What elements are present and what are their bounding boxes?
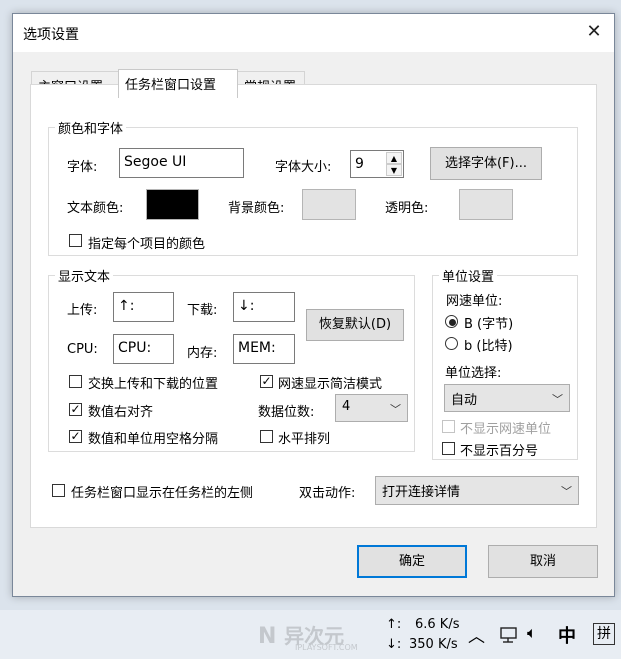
upload-speed[interactable]: 6.6 K/s (415, 617, 459, 632)
unit-select-label: 单位选择: (445, 366, 502, 381)
volume-icon[interactable]: 🔈︎ (527, 623, 537, 643)
font-name-field[interactable]: Segoe UI (119, 148, 244, 178)
horizontal-checkbox[interactable] (260, 430, 273, 443)
watermark-subtext: IPLAYSOFT.COM (295, 643, 358, 652)
transparent-color-swatch[interactable] (459, 189, 513, 220)
chevron-down-icon: ﹀ (552, 393, 563, 406)
font-size-spinner[interactable]: 9 ▲ ▼ (350, 150, 404, 178)
tab-taskbar-window[interactable]: 任务栏窗口设置 (118, 69, 238, 98)
double-click-label: 双击动作: (299, 486, 356, 501)
memory-label: 内存: (187, 346, 218, 361)
download-prefix-field[interactable]: ↓: (233, 292, 295, 322)
hide-speed-unit-label: 不显示网速单位 (460, 422, 552, 437)
group-title: 单位设置 (442, 270, 495, 285)
spin-down-icon[interactable]: ▼ (386, 164, 402, 176)
transparent-color-label: 透明色: (385, 201, 429, 216)
right-align-checkbox[interactable]: ✓ (69, 403, 82, 416)
group-title: 颜色和字体 (58, 122, 124, 137)
per-item-color-checkbox[interactable] (69, 234, 82, 247)
network-icon[interactable] (499, 626, 519, 644)
digits-select[interactable]: 4 ﹀ (335, 394, 408, 422)
per-item-color-label: 指定每个项目的颜色 (88, 237, 206, 252)
bit-radio[interactable] (445, 337, 458, 350)
select-font-button[interactable]: 选择字体(F)... (430, 147, 542, 180)
text-color-label: 文本颜色: (67, 201, 124, 216)
hide-percent-checkbox[interactable] (442, 442, 455, 455)
upload-arrow: ↑: (386, 617, 402, 632)
chevron-down-icon: ﹀ (561, 485, 572, 498)
swap-position-label: 交换上传和下载的位置 (88, 377, 219, 392)
tab-label: 任务栏窗口设置 (125, 78, 217, 93)
group-title: 显示文本 (58, 270, 111, 285)
watermark-icon: N (258, 624, 277, 649)
text-color-swatch[interactable] (146, 189, 199, 220)
options-dialog: 选项设置 ✕ 主窗口设置 任务栏窗口设置 常规设置 颜色和字体 字体: Sego… (12, 13, 615, 597)
bit-option-label: b (比特) (464, 339, 513, 354)
double-click-value: 打开连接详情 (382, 485, 461, 500)
byte-option-label: B (字节) (464, 317, 514, 332)
download-speed[interactable]: 350 K/s (409, 637, 458, 652)
cancel-button[interactable]: 取消 (488, 545, 598, 578)
cpu-prefix-field[interactable]: CPU: (113, 334, 174, 364)
space-separate-label: 数值和单位用空格分隔 (88, 432, 219, 447)
speed-unit-label: 网速单位: (446, 294, 503, 309)
spin-up-icon[interactable]: ▲ (386, 152, 402, 164)
memory-prefix-field[interactable]: MEM: (233, 334, 295, 364)
double-click-select[interactable]: 打开连接详情 ﹀ (375, 476, 579, 505)
space-separate-checkbox[interactable]: ✓ (69, 430, 82, 443)
digits-label: 数据位数: (258, 405, 315, 420)
title-bar: 选项设置 ✕ (13, 14, 614, 52)
download-arrow: ↓: (386, 637, 402, 652)
ime-mode-indicator[interactable]: 拼 (593, 623, 615, 645)
radio-selected-dot (449, 319, 456, 326)
show-hidden-icons-icon[interactable]: ︿ (468, 622, 485, 647)
restore-default-button[interactable]: 恢复默认(D) (306, 309, 404, 341)
unit-select[interactable]: 自动 ﹀ (444, 384, 570, 412)
cpu-label: CPU: (67, 342, 98, 357)
upload-prefix-field[interactable]: ↑: (113, 292, 174, 322)
hide-percent-label: 不显示百分号 (460, 444, 539, 459)
download-label: 下载: (187, 303, 218, 318)
taskbar-left-checkbox[interactable] (52, 484, 65, 497)
concise-mode-checkbox[interactable]: ✓ (260, 375, 273, 388)
ok-button[interactable]: 确定 (357, 545, 467, 578)
ime-language-indicator[interactable]: 中 (558, 622, 576, 648)
swap-position-checkbox[interactable] (69, 375, 82, 388)
upload-label: 上传: (67, 303, 98, 318)
taskbar-left-label: 任务栏窗口显示在任务栏的左侧 (71, 486, 254, 501)
font-label: 字体: (67, 160, 98, 175)
background-color-label: 背景颜色: (228, 201, 285, 216)
horizontal-label: 水平排列 (278, 432, 331, 447)
font-size-value: 9 (355, 156, 364, 172)
chevron-down-icon: ﹀ (390, 403, 401, 416)
unit-select-value: 自动 (451, 393, 478, 408)
right-align-label: 数值右对齐 (88, 405, 154, 420)
font-size-label: 字体大小: (275, 160, 332, 175)
concise-mode-label: 网速显示简洁模式 (278, 377, 383, 392)
taskbar: N 异次元 IPLAYSOFT.COM ↑: 6.6 K/s ↓: 350 K/… (0, 610, 621, 659)
close-icon[interactable]: ✕ (581, 20, 607, 44)
digits-value: 4 (342, 399, 351, 414)
dialog-title: 选项设置 (23, 27, 79, 43)
hide-speed-unit-checkbox[interactable] (442, 420, 455, 433)
background-color-swatch[interactable] (302, 189, 356, 220)
display-text-group: 显示文本 (48, 266, 415, 452)
byte-radio[interactable] (445, 315, 458, 328)
